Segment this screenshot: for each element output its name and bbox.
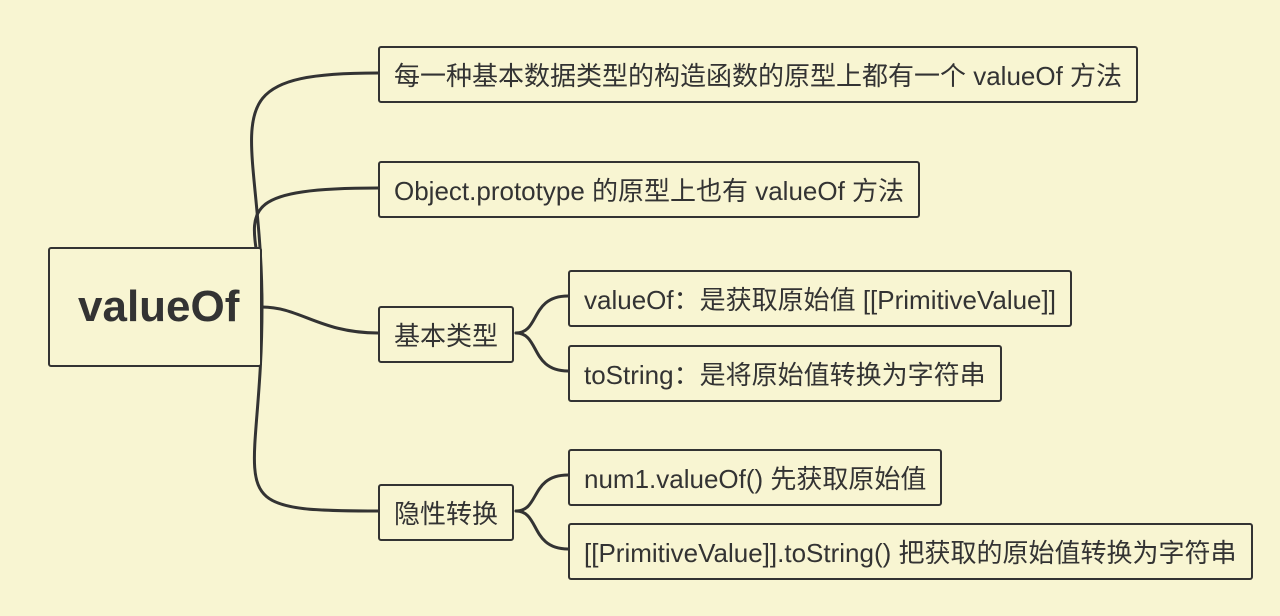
child4-leaf2-label: [[PrimitiveValue]].toString() 把获取的原始值转换为… (584, 533, 1237, 570)
child4-leaf-2[interactable]: [[PrimitiveValue]].toString() 把获取的原始值转换为… (568, 523, 1253, 580)
child-node-3[interactable]: 基本类型 (378, 306, 514, 363)
child1-label: 每一种基本数据类型的构造函数的原型上都有一个 valueOf 方法 (394, 56, 1122, 93)
child3-leaf-1[interactable]: valueOf：是获取原始值 [[PrimitiveValue]] (568, 270, 1072, 327)
child3-leaf2-label: toString：是将原始值转换为字符串 (584, 355, 986, 392)
child3-leaf1-label: valueOf：是获取原始值 [[PrimitiveValue]] (584, 280, 1056, 317)
root-label: valueOf (78, 282, 239, 332)
child4-leaf-1[interactable]: num1.valueOf() 先获取原始值 (568, 449, 942, 506)
mindmap-canvas: valueOf 每一种基本数据类型的构造函数的原型上都有一个 valueOf 方… (0, 0, 1280, 616)
child3-leaf-2[interactable]: toString：是将原始值转换为字符串 (568, 345, 1002, 402)
child3-label: 基本类型 (394, 316, 498, 353)
child2-label: Object.prototype 的原型上也有 valueOf 方法 (394, 171, 904, 208)
child-node-2[interactable]: Object.prototype 的原型上也有 valueOf 方法 (378, 161, 920, 218)
child4-leaf1-label: num1.valueOf() 先获取原始值 (584, 459, 926, 496)
root-node[interactable]: valueOf (48, 247, 262, 367)
child-node-1[interactable]: 每一种基本数据类型的构造函数的原型上都有一个 valueOf 方法 (378, 46, 1138, 103)
child4-label: 隐性转换 (394, 494, 498, 531)
child-node-4[interactable]: 隐性转换 (378, 484, 514, 541)
